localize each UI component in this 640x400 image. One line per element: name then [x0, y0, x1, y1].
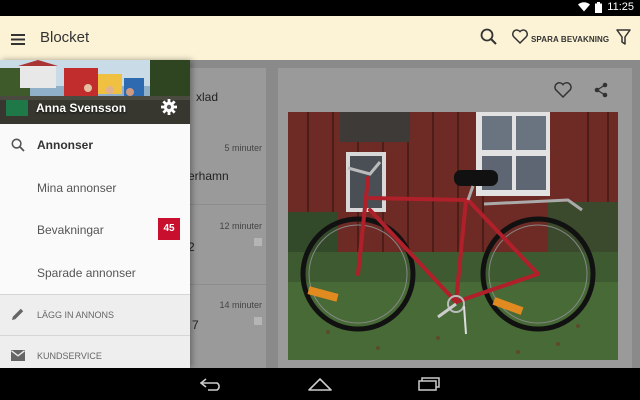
recents-icon[interactable]: [418, 377, 440, 396]
status-time: 11:25: [607, 1, 634, 13]
back-icon[interactable]: [199, 378, 224, 396]
drawer-item-label: Bevakningar: [37, 223, 104, 237]
drawer-item-label: Annonser: [37, 138, 94, 152]
image-count-badge: [254, 317, 262, 325]
listing-title[interactable]: xlad: [196, 90, 218, 104]
search-icon[interactable]: [480, 28, 497, 45]
drawer-item-label: LÄGG IN ANNONS: [37, 310, 115, 320]
listing-title[interactable]: erhamn: [188, 169, 229, 183]
status-bar: 11:25: [0, 0, 640, 16]
app-title: Blocket: [40, 29, 90, 46]
listing-time: 12 minuter: [219, 221, 262, 231]
drawer-item-annonser[interactable]: Annonser: [0, 124, 190, 167]
save-watch-button[interactable]: SPARA BEVAKNING: [512, 29, 609, 49]
listing-title[interactable]: 7: [192, 318, 199, 332]
navigation-drawer: Anna Svensson Annonser Mina annonser Bev…: [0, 60, 190, 368]
count-badge: 45: [158, 218, 180, 240]
drawer-item-sparade-annonser[interactable]: Sparade annonser: [0, 252, 190, 295]
drawer-item-label: Sparade annonser: [37, 266, 136, 280]
heart-icon[interactable]: [554, 82, 572, 103]
home-icon[interactable]: [308, 377, 332, 396]
wifi-icon: [578, 2, 591, 12]
drawer-item-kundservice[interactable]: KUNDSERVICE: [0, 336, 190, 368]
drawer-header: Anna Svensson: [0, 60, 190, 124]
drawer-item-label: KUNDSERVICE: [37, 351, 102, 361]
pencil-icon: [11, 307, 25, 326]
listing-time: 5 minuter: [224, 143, 262, 153]
listing-detail-panel: [278, 68, 632, 368]
user-name: Anna Svensson: [36, 101, 127, 115]
hamburger-menu-icon[interactable]: [11, 32, 25, 50]
drawer-item-lagg-in-annons[interactable]: LÄGG IN ANNONS: [0, 295, 190, 335]
gear-icon[interactable]: [161, 99, 177, 120]
app-bar: Blocket SPARA BEVAKNING: [0, 16, 640, 60]
filter-icon[interactable]: [616, 29, 631, 45]
listing-photo[interactable]: [288, 112, 618, 360]
mail-icon: [11, 348, 25, 366]
listing-time: 14 minuter: [219, 300, 262, 310]
share-icon[interactable]: [594, 82, 608, 103]
battery-icon: [595, 1, 603, 13]
drawer-item-mina-annonser[interactable]: Mina annonser: [0, 167, 190, 210]
image-count-badge: [254, 238, 262, 246]
heart-icon: [512, 29, 528, 49]
drawer-item-label: Mina annonser: [37, 181, 117, 195]
system-nav-bar: [0, 368, 640, 400]
save-watch-label: SPARA BEVAKNING: [531, 34, 610, 44]
drawer-item-bevakningar[interactable]: Bevakningar 45: [0, 209, 190, 252]
search-icon: [11, 138, 25, 157]
